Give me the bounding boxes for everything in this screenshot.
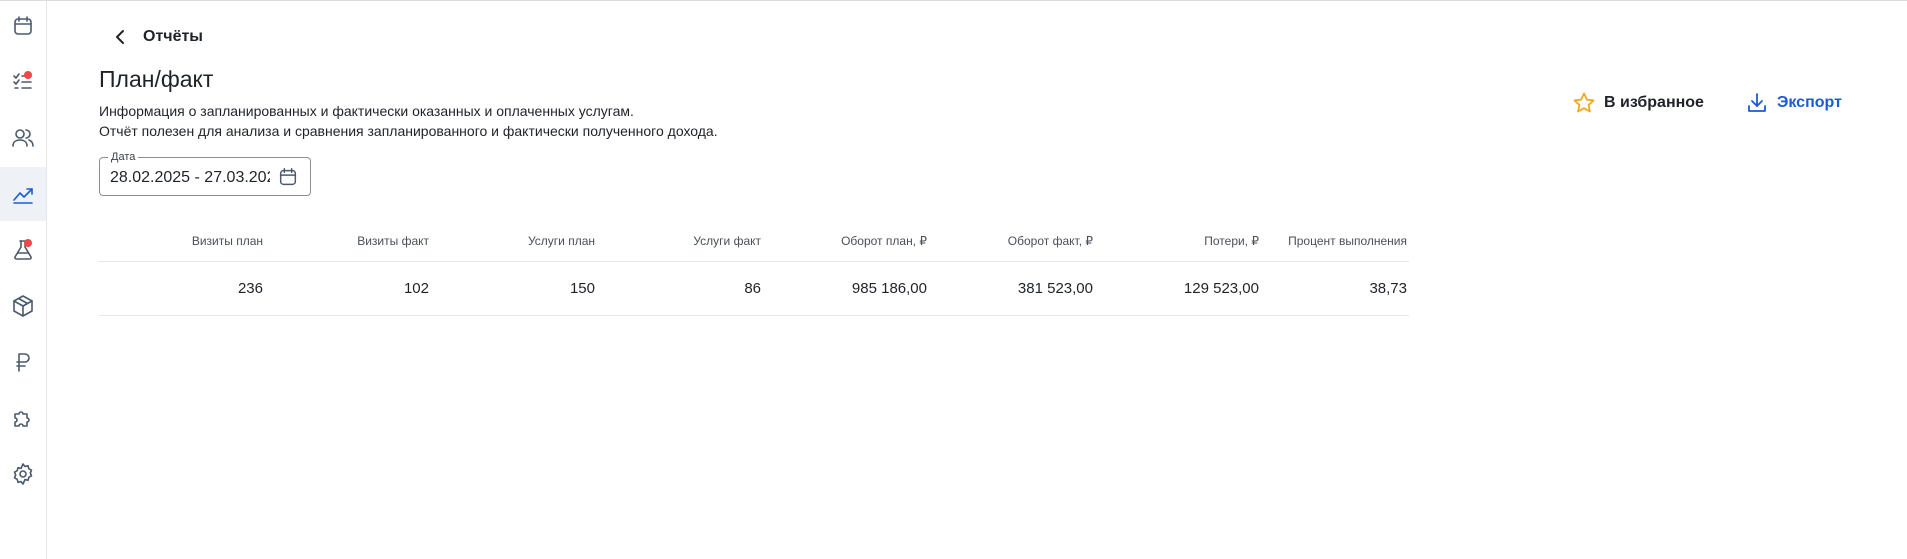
back-label: Отчёты [143,28,203,45]
table-cell: 150 [569,280,595,297]
chevron-left-icon [116,30,124,44]
column-header[interactable]: Потери, ₽ [1095,234,1261,248]
export-label: Экспорт [1777,94,1842,111]
page-description: Отчёт полезен для анализа и сравнения за… [99,123,718,139]
sidebar [0,1,47,559]
sidebar-item-users[interactable] [0,111,46,165]
column-header[interactable]: Визиты план [99,234,265,248]
sidebar-item-calendar[interactable] [0,0,46,53]
sidebar-item-tasks[interactable] [0,55,46,109]
column-header[interactable]: Услуги план [431,234,597,248]
calendar-icon [279,168,297,186]
box-icon [13,295,33,317]
top-border [0,0,1907,1]
chart-trend-icon [13,188,33,204]
date-field-label: Дата [108,150,139,164]
sidebar-item-warehouse[interactable] [0,279,46,333]
date-range-field[interactable]: Дата [99,150,311,196]
sidebar-item-finance[interactable] [0,335,46,389]
column-header[interactable]: Услуги факт [597,234,763,248]
table-cell: 102 [403,280,429,297]
users-icon [12,129,34,147]
download-icon [1748,93,1766,112]
sidebar-item-settings[interactable] [0,447,46,501]
table-cell: 381 523,00 [1017,280,1093,297]
puzzle-icon [14,411,30,427]
sidebar-item-integrations[interactable] [0,391,46,445]
plan-fact-table: Визиты план Визиты факт Услуги план Услу… [99,220,1409,316]
table-cell: 129 523,00 [1183,280,1259,297]
notification-badge [24,71,32,79]
date-range-input[interactable] [110,168,270,188]
page-description: Информация о запланированных и фактическ… [99,103,634,119]
export-button[interactable]: Экспорт [1745,90,1842,116]
sidebar-item-reports[interactable] [0,167,46,221]
table-cell: 86 [744,280,761,297]
gear-icon [13,463,33,485]
table-header-row: Визиты план Визиты факт Услуги план Услу… [99,220,1409,262]
notification-badge [24,239,32,247]
back-to-reports-link[interactable]: Отчёты [113,24,203,50]
calendar-picker-button[interactable] [277,166,299,188]
page-title: План/факт [99,66,214,92]
column-header[interactable]: Оборот факт, ₽ [929,234,1095,248]
add-to-favorites-button[interactable]: В избранное [1572,90,1704,116]
ruble-icon [16,353,30,372]
star-icon [1573,92,1595,113]
table-cell: 236 [237,280,263,297]
column-header[interactable]: Оборот план, ₽ [763,234,929,248]
table-cell: 985 186,00 [851,280,927,297]
table-cell: 38,73 [1369,280,1407,297]
favorites-label: В избранное [1604,94,1704,111]
column-header[interactable]: Процент выполнения [1261,234,1409,248]
column-header[interactable]: Визиты факт [265,234,431,248]
sidebar-item-lab[interactable] [0,223,46,277]
calendar-icon [14,16,32,35]
table-row: 236 102 150 86 985 186,00 381 523,00 129… [99,262,1409,316]
